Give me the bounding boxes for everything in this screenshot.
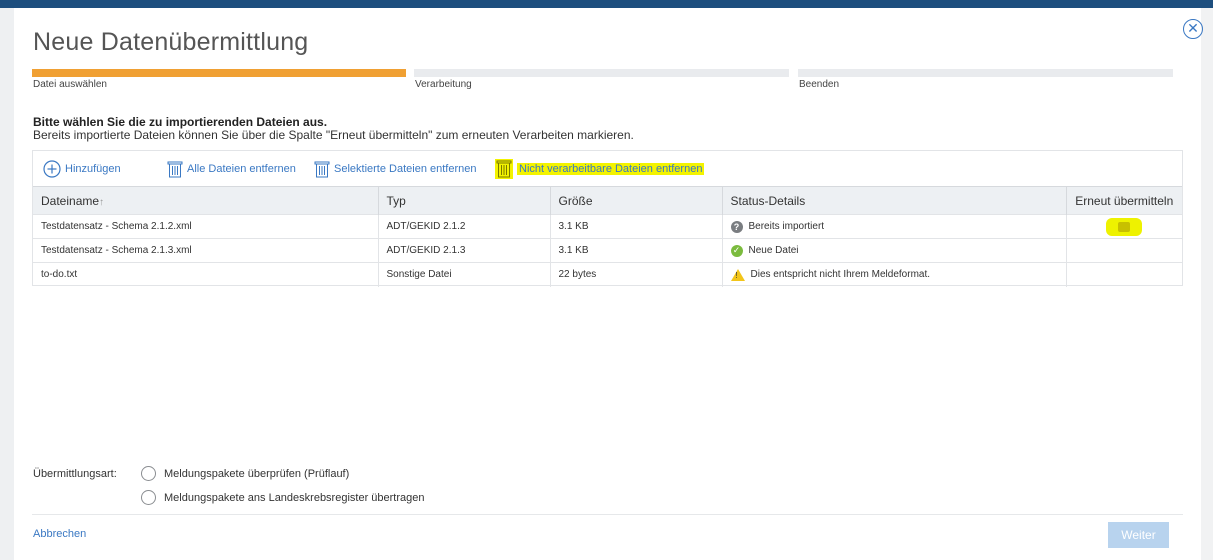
column-status[interactable]: Status-Details bbox=[722, 186, 1067, 215]
sort-ascending-icon: ↑ bbox=[99, 196, 105, 208]
status-text: Dies entspricht nicht Ihrem Meldeformat. bbox=[750, 269, 931, 281]
cancel-button[interactable]: Abbrechen bbox=[33, 528, 86, 540]
remove-selected-files-button[interactable]: Selektierte Dateien entfernen bbox=[314, 159, 476, 179]
column-filename[interactable]: Dateiname↑ bbox=[33, 186, 379, 215]
trash-icon bbox=[495, 159, 513, 179]
cell-status: ! Dies entspricht nicht Ihrem Meldeforma… bbox=[722, 262, 1067, 287]
cell-type: Sonstige Datei bbox=[378, 262, 551, 287]
radio-button[interactable] bbox=[141, 466, 156, 481]
remove-selected-files-label: Selektierte Dateien entfernen bbox=[334, 163, 477, 175]
column-type[interactable]: Typ bbox=[378, 186, 551, 215]
step-label: Datei auswählen bbox=[33, 79, 107, 90]
remove-unprocessable-files-button[interactable]: Nicht verarbeitbare Dateien entfernen bbox=[495, 159, 705, 179]
cell-type: ADT/GEKID 2.1.2 bbox=[378, 214, 551, 239]
cell-type: ADT/GEKID 2.1.3 bbox=[378, 238, 551, 263]
footer-divider bbox=[32, 514, 1183, 515]
cell-resend bbox=[1066, 262, 1182, 287]
resend-checkbox[interactable] bbox=[1106, 217, 1143, 236]
table-header-row: Dateiname↑ Typ Größe Status-Details Erne… bbox=[33, 186, 1182, 215]
cell-filename: Testdatensatz - Schema 2.1.3.xml bbox=[33, 238, 379, 263]
instruction-heading: Bitte wählen Sie die zu importierenden D… bbox=[33, 115, 328, 129]
cell-status: ✓ Neue Datei bbox=[722, 238, 1067, 263]
table-row[interactable]: Testdatensatz - Schema 2.1.2.xml ADT/GEK… bbox=[33, 214, 1182, 239]
radio-transmit-registry[interactable]: Meldungspakete ans Landeskrebsregister ü… bbox=[141, 490, 425, 505]
step-finish: Beenden bbox=[798, 69, 1173, 93]
table-row[interactable]: to-do.txt Sonstige Datei 22 bytes ! Dies… bbox=[33, 262, 1182, 287]
table-row[interactable]: Testdatensatz - Schema 2.1.3.xml ADT/GEK… bbox=[33, 238, 1182, 263]
step-bar bbox=[798, 69, 1173, 77]
add-file-label: Hinzufügen bbox=[65, 163, 121, 175]
step-processing: Verarbeitung bbox=[414, 69, 789, 93]
question-icon: ? bbox=[730, 220, 743, 233]
trash-icon bbox=[167, 161, 183, 178]
column-size[interactable]: Größe bbox=[550, 186, 723, 215]
cell-resend bbox=[1066, 238, 1182, 263]
close-icon[interactable]: ✕ bbox=[1183, 19, 1203, 39]
background-left bbox=[0, 8, 14, 560]
next-button[interactable]: Weiter bbox=[1108, 522, 1169, 548]
remove-all-files-button[interactable]: Alle Dateien entfernen bbox=[167, 159, 296, 179]
radio-button[interactable] bbox=[141, 490, 156, 505]
add-file-button[interactable]: Hinzufügen bbox=[43, 159, 121, 179]
column-resend[interactable]: Erneut übermitteln bbox=[1066, 186, 1182, 215]
step-progress: Datei auswählen Verarbeitung Beenden bbox=[32, 69, 1173, 93]
column-label: Dateiname bbox=[41, 193, 100, 208]
file-table: Dateiname↑ Typ Größe Status-Details Erne… bbox=[33, 186, 1182, 287]
file-toolbar: Hinzufügen Alle Dateien entfernen Selekt… bbox=[33, 151, 1182, 186]
cell-filename: to-do.txt bbox=[33, 262, 379, 287]
trash-icon bbox=[314, 161, 330, 178]
remove-all-files-label: Alle Dateien entfernen bbox=[187, 163, 296, 175]
cell-status: ? Bereits importiert bbox=[722, 214, 1067, 239]
step-label: Beenden bbox=[799, 79, 840, 90]
warning-icon: ! bbox=[730, 268, 745, 281]
transmission-mode-label: Übermittlungsart: bbox=[33, 468, 117, 480]
step-bar bbox=[32, 69, 406, 77]
radio-check-run[interactable]: Meldungspakete überprüfen (Prüflauf) bbox=[141, 466, 349, 481]
status-text: Neue Datei bbox=[748, 245, 799, 256]
step-bar bbox=[414, 69, 789, 77]
radio-label: Meldungspakete ans Landeskrebsregister ü… bbox=[164, 491, 425, 504]
plus-circle-icon bbox=[43, 160, 61, 178]
status-text: Bereits importiert bbox=[748, 221, 825, 232]
cell-filename: Testdatensatz - Schema 2.1.2.xml bbox=[33, 214, 379, 239]
instruction-text: Bereits importierte Dateien können Sie ü… bbox=[33, 128, 634, 142]
background-right bbox=[1201, 8, 1213, 560]
check-icon: ✓ bbox=[730, 244, 743, 257]
cell-resend bbox=[1066, 214, 1182, 239]
step-select-file: Datei auswählen bbox=[32, 69, 406, 93]
cell-size: 3.1 KB bbox=[550, 238, 723, 263]
step-label: Verarbeitung bbox=[415, 79, 472, 90]
radio-label: Meldungspakete überprüfen (Prüflauf) bbox=[164, 467, 350, 480]
cell-size: 22 bytes bbox=[550, 262, 723, 287]
file-panel: Hinzufügen Alle Dateien entfernen Selekt… bbox=[32, 150, 1183, 287]
app-top-bar bbox=[0, 0, 1213, 8]
dialog-title: Neue Datenübermittlung bbox=[33, 28, 309, 56]
cell-size: 3.1 KB bbox=[550, 214, 723, 239]
remove-unprocessable-files-label: Nicht verarbeitbare Dateien entfernen bbox=[517, 163, 705, 175]
